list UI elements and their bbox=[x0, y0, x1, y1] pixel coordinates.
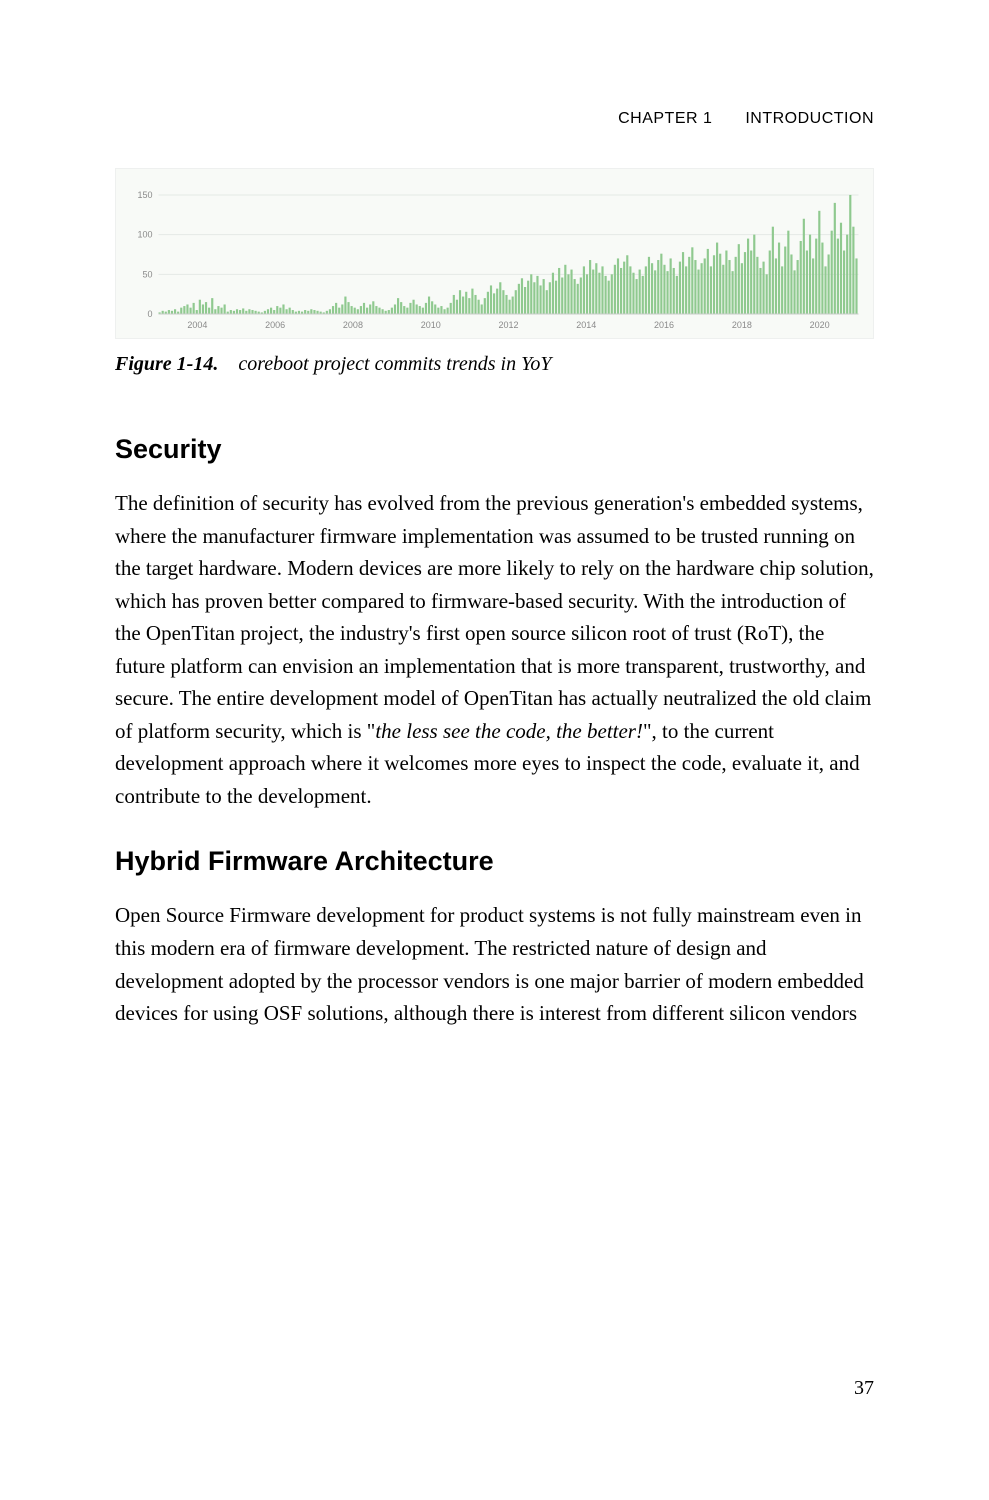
chart-container: 0 50 100 150 2004 2006 2008 2010 2012 2014 2016 201… bbox=[115, 168, 874, 339]
svg-text:100: 100 bbox=[137, 230, 152, 240]
svg-text:2014: 2014 bbox=[576, 320, 596, 330]
section-heading-hybrid: Hybrid Firmware Architecture bbox=[115, 846, 874, 877]
svg-text:2010: 2010 bbox=[421, 320, 441, 330]
page-number: 37 bbox=[854, 1377, 874, 1400]
page-header: CHAPTER 1 INTRODUCTION bbox=[115, 110, 874, 128]
chapter-title: INTRODUCTION bbox=[745, 110, 874, 127]
para-text-italic: the less see the code, the better! bbox=[375, 719, 643, 743]
svg-text:2008: 2008 bbox=[343, 320, 363, 330]
figure-number: Figure 1-14. bbox=[115, 353, 218, 375]
figure-caption-text: coreboot project commits trends in YoY bbox=[238, 353, 551, 375]
svg-text:0: 0 bbox=[147, 309, 152, 319]
svg-text:2016: 2016 bbox=[654, 320, 674, 330]
svg-text:2004: 2004 bbox=[187, 320, 207, 330]
svg-text:2006: 2006 bbox=[265, 320, 285, 330]
commits-chart: 0 50 100 150 2004 2006 2008 2010 2012 2014 2016 201… bbox=[122, 179, 867, 334]
figure-caption: Figure 1-14. coreboot project commits tr… bbox=[115, 353, 874, 376]
para-text-lead: The definition of security has evolved f… bbox=[115, 491, 874, 743]
svg-text:2020: 2020 bbox=[810, 320, 830, 330]
security-paragraph: The definition of security has evolved f… bbox=[115, 487, 874, 812]
svg-text:150: 150 bbox=[137, 190, 152, 200]
svg-text:2018: 2018 bbox=[732, 320, 752, 330]
hybrid-paragraph: Open Source Firmware development for pro… bbox=[115, 899, 874, 1029]
svg-text:2012: 2012 bbox=[498, 320, 518, 330]
section-heading-security: Security bbox=[115, 434, 874, 465]
chapter-label: CHAPTER 1 bbox=[618, 110, 712, 127]
svg-text:50: 50 bbox=[142, 269, 152, 279]
